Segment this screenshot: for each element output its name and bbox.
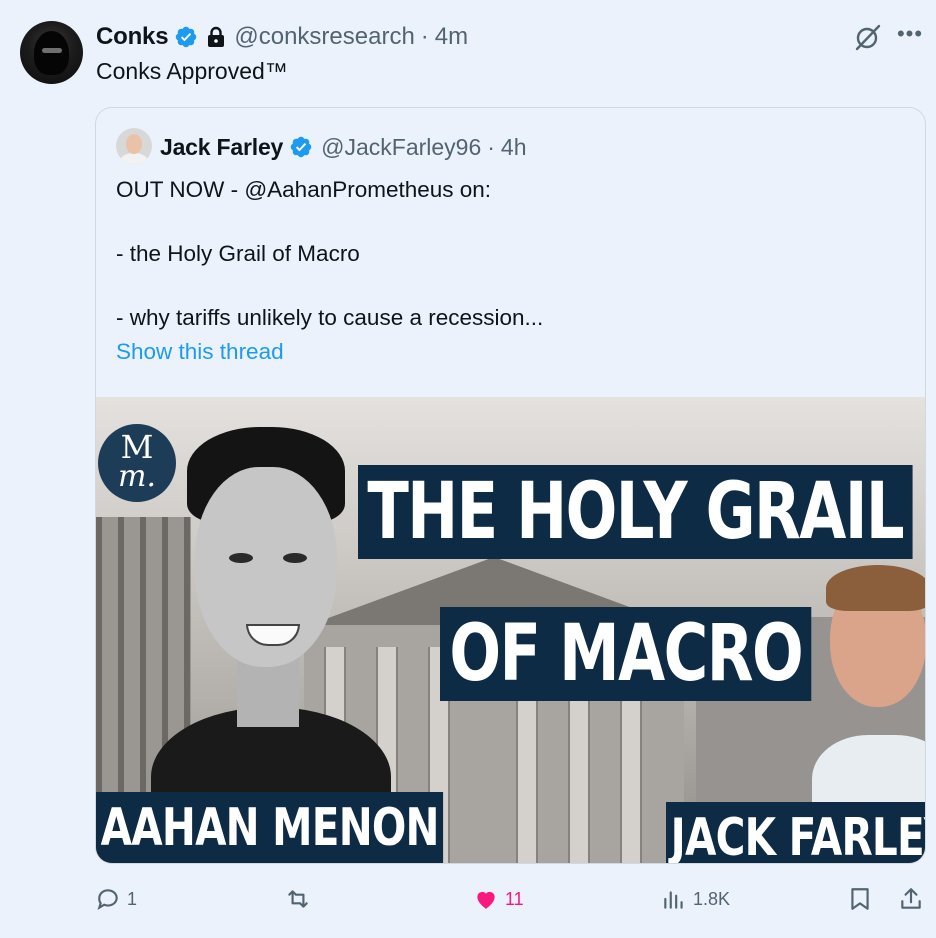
reply-button[interactable]: 1 bbox=[95, 886, 137, 912]
portrait-hair bbox=[826, 565, 925, 611]
author-name[interactable]: Conks bbox=[96, 23, 169, 51]
thumbnail-title-line-1: THE HOLY GRAIL bbox=[358, 465, 913, 559]
channel-logo: M m. bbox=[98, 424, 176, 502]
quoted-author-name[interactable]: Jack Farley bbox=[160, 134, 283, 161]
avatar-shirt bbox=[120, 153, 148, 164]
video-thumbnail[interactable]: M m. THE HOLY GRAIL OF MACRO AAHAN MENON… bbox=[96, 397, 925, 863]
guest-name-banner: AAHAN MENON bbox=[96, 792, 444, 863]
quoted-time[interactable]: 4h bbox=[501, 134, 527, 161]
logo-letter-top: M bbox=[120, 428, 154, 466]
more-icon[interactable]: ••• bbox=[896, 22, 924, 50]
grok-icon[interactable] bbox=[853, 22, 883, 52]
quoted-text: OUT NOW - @AahanPrometheus on: - the Hol… bbox=[116, 174, 543, 334]
share-button[interactable] bbox=[898, 886, 924, 912]
heart-icon bbox=[477, 891, 495, 909]
guest-portrait bbox=[151, 427, 391, 847]
action-bar: 1 11 1.8K bbox=[95, 880, 924, 916]
quoted-header: Jack Farley @JackFarley96 · 4h bbox=[160, 132, 527, 162]
verified-badge-icon bbox=[176, 26, 197, 48]
separator: · bbox=[420, 23, 429, 50]
reply-count: 1 bbox=[127, 888, 138, 909]
repost-icon bbox=[288, 890, 308, 908]
portrait-eye bbox=[229, 553, 253, 563]
author-avatar[interactable] bbox=[20, 21, 83, 84]
quoted-line: - the Holy Grail of Macro bbox=[116, 241, 360, 266]
quoted-line: - why tariffs unlikely to cause a recess… bbox=[116, 305, 544, 330]
tweet-text: Conks Approved™ bbox=[96, 58, 288, 84]
bookmark-icon bbox=[851, 888, 869, 910]
logo-letter-bottom: m. bbox=[118, 459, 156, 494]
lock-icon bbox=[208, 26, 225, 47]
author-handle[interactable]: @conksresearch bbox=[234, 23, 414, 51]
quoted-author-handle[interactable]: @JackFarley96 bbox=[321, 134, 481, 161]
quoted-line: OUT NOW - @AahanPrometheus on: bbox=[116, 177, 492, 202]
portrait-neck bbox=[237, 657, 299, 727]
avatar-eyes bbox=[42, 48, 62, 53]
host-name-banner: JACK FARLEY bbox=[666, 802, 925, 863]
views-icon bbox=[664, 891, 683, 909]
views-button[interactable]: 1.8K bbox=[661, 886, 730, 912]
views-count: 1.8K bbox=[693, 888, 731, 909]
share-icon bbox=[901, 888, 921, 909]
avatar-face bbox=[126, 134, 142, 154]
reply-icon bbox=[97, 889, 118, 911]
thumbnail-title-line-2: OF MACRO bbox=[440, 607, 812, 701]
separator: · bbox=[487, 133, 495, 160]
tweet-time[interactable]: 4m bbox=[435, 23, 468, 51]
verified-badge-icon bbox=[290, 136, 312, 158]
repost-button[interactable] bbox=[285, 886, 317, 912]
tweet-header: Conks @conksresearch · 4m bbox=[96, 22, 468, 52]
like-count: 11 bbox=[505, 888, 524, 909]
quoted-author-avatar[interactable] bbox=[116, 128, 152, 164]
like-button[interactable]: 11 bbox=[473, 886, 524, 912]
quoted-tweet[interactable]: Jack Farley @JackFarley96 · 4h OUT NOW -… bbox=[95, 107, 926, 864]
show-thread-link[interactable]: Show this thread bbox=[116, 339, 284, 365]
avatar-hood bbox=[34, 31, 69, 75]
portrait-eye bbox=[283, 553, 307, 563]
bookmark-button[interactable] bbox=[847, 886, 873, 912]
